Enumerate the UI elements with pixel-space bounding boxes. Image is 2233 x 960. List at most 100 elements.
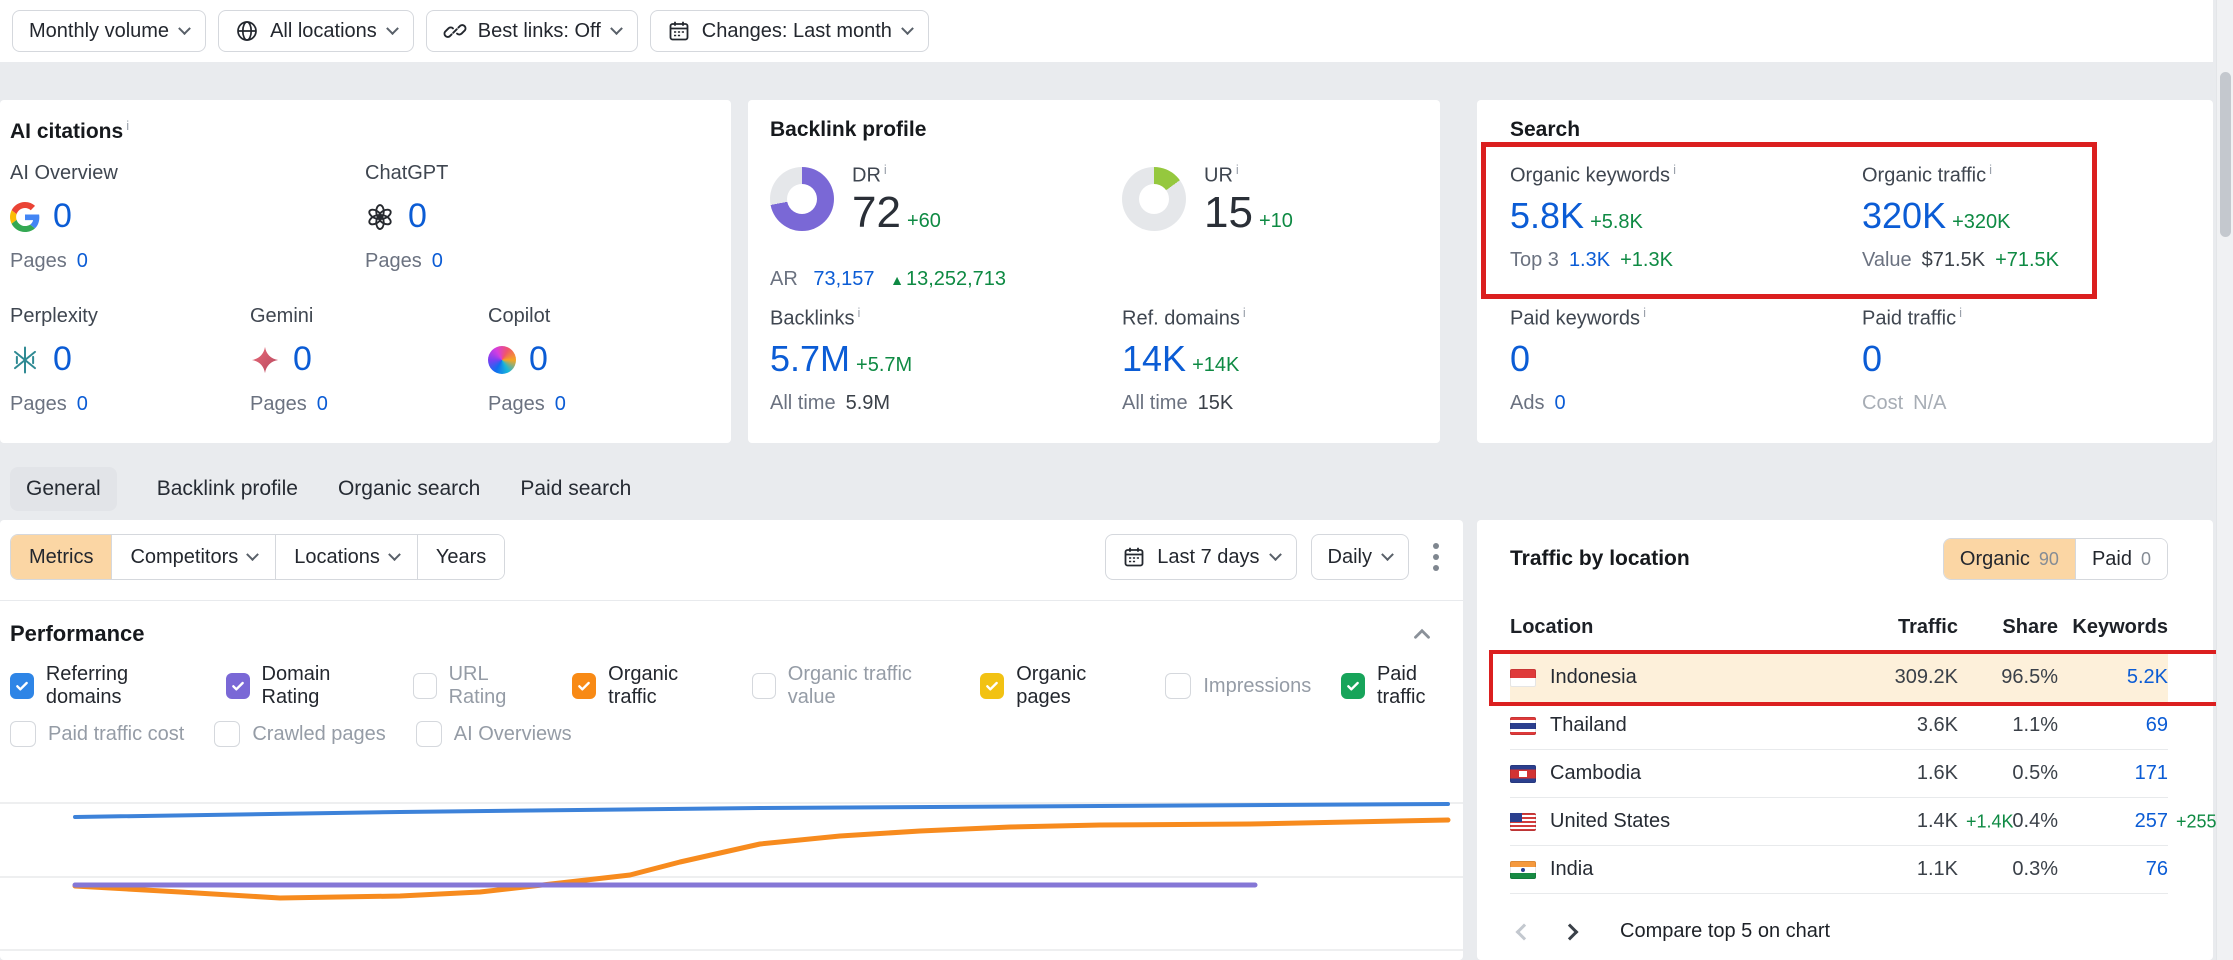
- toggle-paid[interactable]: Paid0: [2075, 539, 2167, 579]
- dr-donut: [770, 167, 834, 231]
- table-row-thailand[interactable]: Thailand 3.6K 1.1% 69: [1510, 702, 2168, 750]
- dr-delta: +60: [907, 210, 941, 232]
- toggle-label: Paid: [2092, 548, 2132, 571]
- google-icon: [10, 202, 40, 232]
- toggle-organic[interactable]: Organic90: [1944, 539, 2075, 579]
- traffic-value: 3.6K: [1838, 714, 1958, 737]
- pages-count-link[interactable]: 0: [317, 393, 328, 415]
- organic-traffic-value-link[interactable]: 320K: [1862, 195, 1946, 236]
- pages-label: Pages: [250, 393, 307, 415]
- tab-general[interactable]: General: [10, 467, 117, 511]
- chevron-down-icon: [1269, 548, 1282, 561]
- metric-checkbox-impressions[interactable]: Impressions: [1165, 673, 1311, 699]
- checked-checkbox-icon: [980, 673, 1004, 699]
- country-flag-icon: [1510, 717, 1536, 735]
- prev-page-button[interactable]: [1516, 923, 1533, 940]
- keywords-value: 171: [2058, 762, 2168, 785]
- search-title: Search: [1510, 118, 1580, 142]
- granularity-button[interactable]: Daily: [1311, 534, 1409, 580]
- pages-label: Pages: [10, 250, 67, 272]
- more-options-button[interactable]: [1423, 537, 1449, 577]
- segment-metrics[interactable]: Metrics: [11, 535, 111, 579]
- tab-paid-search[interactable]: Paid search: [520, 467, 631, 511]
- table-row-united-states[interactable]: United States 1.4K+1.4K 0.4% 257+255: [1510, 798, 2168, 846]
- table-row-india[interactable]: India 1.1K 0.3% 76: [1510, 846, 2168, 894]
- segment-years[interactable]: Years: [417, 535, 504, 579]
- pages-count-link[interactable]: 0: [77, 250, 88, 272]
- chart-series-referring-domains: [75, 804, 1448, 817]
- tab-backlink-profile[interactable]: Backlink profile: [157, 467, 298, 511]
- citations-count-link[interactable]: 0: [408, 197, 427, 236]
- pages-count-link[interactable]: 0: [555, 393, 566, 415]
- dr-label: DRi: [852, 162, 941, 188]
- scrollbar-thumb[interactable]: [2220, 72, 2231, 237]
- share-value: 1.1%: [1958, 714, 2058, 737]
- keywords-link[interactable]: 5.2K: [2127, 666, 2168, 688]
- ai-source-label: AI Overview: [10, 162, 118, 185]
- checkbox-label: Impressions: [1203, 675, 1311, 698]
- keywords-link[interactable]: 69: [2146, 714, 2168, 736]
- metric-checkbox-referring-domains[interactable]: Referring domains: [10, 663, 196, 709]
- toolbar-button-changes-last-month[interactable]: Changes: Last month: [650, 10, 929, 52]
- info-icon: i: [857, 305, 860, 320]
- metric-checkbox-organic-traffic[interactable]: Organic traffic: [572, 663, 721, 709]
- metric-checkbox-domain-rating[interactable]: Domain Rating: [226, 663, 383, 709]
- chevron-down-icon: [901, 22, 914, 35]
- segment-locations[interactable]: Locations: [275, 535, 417, 579]
- column-header-traffic: Traffic: [1838, 616, 1958, 639]
- column-header-location: Location: [1510, 616, 1838, 639]
- segment-competitors[interactable]: Competitors: [111, 535, 275, 579]
- metric-checkbox-url-rating[interactable]: URL Rating: [413, 663, 543, 709]
- metric-checkbox-paid-traffic[interactable]: Paid traffic: [1341, 663, 1463, 709]
- column-header-keywords: Keywords: [2058, 616, 2168, 639]
- ref-domains-value-link[interactable]: 14K: [1122, 338, 1186, 379]
- toolbar-button-monthly-volume[interactable]: Monthly volume: [12, 10, 206, 52]
- next-page-button[interactable]: [1562, 923, 1579, 940]
- ads-link[interactable]: 0: [1554, 392, 1565, 414]
- url-rating-block: URi 15+10: [1122, 162, 1293, 236]
- toolbar-button-label: Changes: Last month: [702, 20, 892, 43]
- toolbar-button-all-locations[interactable]: All locations: [218, 10, 414, 52]
- keywords-link[interactable]: 171: [2135, 762, 2168, 784]
- citations-count-link[interactable]: 0: [53, 197, 72, 236]
- citations-count-link[interactable]: 0: [529, 340, 548, 379]
- country-flag-icon: [1510, 861, 1536, 879]
- organic-keywords-value-link[interactable]: 5.8K: [1510, 195, 1584, 236]
- toolbar-button-label: All locations: [270, 20, 377, 43]
- ai-citation-perplexity: Perplexity0Pages0: [10, 305, 98, 416]
- date-range-button[interactable]: Last 7 days: [1105, 534, 1296, 580]
- keywords-link[interactable]: 257: [2135, 810, 2168, 832]
- pages-count-link[interactable]: 0: [432, 250, 443, 272]
- performance-chart: [0, 735, 1463, 960]
- checked-checkbox-icon: [10, 673, 34, 699]
- paid-keywords-value-link[interactable]: 0: [1510, 338, 1530, 379]
- pages-count-link[interactable]: 0: [77, 393, 88, 415]
- metric-checkbox-organic-pages[interactable]: Organic pages: [980, 663, 1135, 709]
- paid-traffic-value-link[interactable]: 0: [1862, 338, 1882, 379]
- ar-delta: ▲13,252,713: [890, 268, 1006, 290]
- keywords-value: 5.2K: [2058, 666, 2168, 689]
- metric-checkbox-organic-traffic-value[interactable]: Organic traffic value: [752, 663, 951, 709]
- citations-count-link[interactable]: 0: [53, 340, 72, 379]
- top3-link[interactable]: 1.3K: [1569, 249, 1610, 271]
- table-body: Indonesia 309.2K 96.5% 5.2K Thailand 3.6…: [1510, 654, 2168, 894]
- backlinks-value-link[interactable]: 5.7M: [770, 338, 850, 379]
- info-icon: i: [126, 118, 129, 133]
- toolbar: Monthly volume All locations Best links: O…: [0, 0, 2213, 62]
- unchecked-checkbox-icon: [752, 673, 776, 699]
- table-row-cambodia[interactable]: Cambodia 1.6K 0.5% 171: [1510, 750, 2168, 798]
- domain-rating-block: DRi 72+60: [770, 162, 941, 236]
- column-header-share: Share: [1958, 616, 2058, 639]
- table-row-indonesia[interactable]: Indonesia 309.2K 96.5% 5.2K: [1510, 654, 2168, 702]
- tab-organic-search[interactable]: Organic search: [338, 467, 480, 511]
- ar-value-link[interactable]: 73,157: [813, 268, 874, 290]
- checkbox-label: Domain Rating: [262, 663, 383, 709]
- backlinks-metric: Backlinksi 5.7M+5.7M All time5.9M: [770, 305, 912, 415]
- collapse-section-button[interactable]: [1409, 621, 1435, 647]
- main-report-panel: MetricsCompetitorsLocationsYears Last 7 …: [0, 520, 1463, 960]
- checked-checkbox-icon: [226, 673, 250, 699]
- keywords-link[interactable]: 76: [2146, 858, 2168, 880]
- citations-count-link[interactable]: 0: [293, 340, 312, 379]
- toolbar-button-best-links-off[interactable]: Best links: Off: [426, 10, 638, 52]
- domain-overview-dashboard: Monthly volume All locations Best links: O…: [0, 0, 2233, 960]
